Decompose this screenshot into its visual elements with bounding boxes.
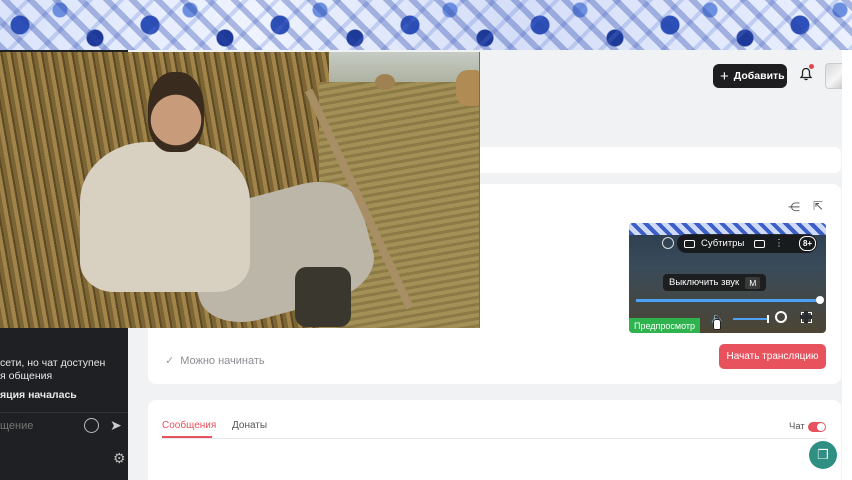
subtitles-icon[interactable] bbox=[684, 239, 695, 248]
resting-man bbox=[70, 72, 383, 328]
tab-messages[interactable]: Сообщения bbox=[162, 420, 216, 431]
chat-message-system: сети, но чат доступен я общения bbox=[0, 357, 105, 383]
man-shirt bbox=[80, 142, 250, 292]
chat-message-input[interactable] bbox=[0, 419, 80, 432]
emoji-icon[interactable] bbox=[84, 418, 99, 433]
add-button-label: Добавить bbox=[733, 70, 785, 82]
window-edge bbox=[842, 50, 852, 480]
volume-slider[interactable] bbox=[733, 318, 769, 320]
chat-message-status: яция началась bbox=[0, 389, 77, 401]
mute-tooltip: Выключить звук M bbox=[663, 274, 767, 291]
help-button[interactable]: ❐ bbox=[809, 441, 837, 469]
tooltip-text: Выключить звук bbox=[669, 277, 740, 288]
photo-overlay bbox=[0, 52, 480, 328]
chat-toggle[interactable] bbox=[808, 422, 826, 432]
man-head bbox=[148, 72, 204, 152]
chat-message-line: сети, но чат доступен bbox=[0, 357, 106, 369]
video-preview[interactable]: Субтитры ⋮ 8+ Выключить звук M 🔈 Предпро… bbox=[629, 223, 826, 333]
gear-icon[interactable]: ⚙ bbox=[113, 450, 126, 467]
subtitles-label[interactable]: Субтитры bbox=[701, 238, 744, 249]
notification-dot bbox=[809, 64, 814, 69]
volume-knob[interactable] bbox=[767, 315, 769, 323]
pip-icon[interactable] bbox=[754, 239, 766, 248]
man-boot bbox=[295, 267, 351, 327]
chat-bubbles-icon: ❐ bbox=[817, 447, 829, 462]
chat-toggle-label: Чат bbox=[789, 421, 805, 432]
ornament-banner bbox=[0, 0, 852, 50]
chat-tabs-card bbox=[148, 400, 841, 480]
check-icon: ✓ bbox=[165, 355, 175, 367]
plus-icon: + bbox=[720, 67, 729, 85]
mouse-cursor bbox=[713, 319, 721, 330]
hay-bale bbox=[456, 70, 479, 106]
progress-knob[interactable] bbox=[816, 296, 824, 304]
tooltip-shortcut: M bbox=[745, 276, 761, 289]
tab-donates[interactable]: Донаты bbox=[232, 420, 267, 431]
chat-input-row: ➤ bbox=[0, 412, 128, 438]
fullscreen-icon[interactable] bbox=[800, 311, 812, 323]
add-button[interactable]: + Добавить bbox=[713, 64, 787, 88]
send-icon[interactable]: ➤ bbox=[110, 417, 122, 434]
player-top-controls: Субтитры ⋮ bbox=[677, 234, 817, 253]
ready-status: ✓ Можно начинать bbox=[165, 354, 265, 368]
more-icon[interactable]: ⋮ bbox=[774, 238, 784, 249]
share-icon[interactable]: ⋲ bbox=[788, 200, 800, 214]
ready-status-text: Можно начинать bbox=[180, 354, 265, 367]
tabs-divider bbox=[162, 438, 826, 439]
external-link-icon[interactable]: ⇱ bbox=[813, 199, 823, 213]
age-rating-badge: 8+ bbox=[799, 236, 816, 251]
settings-icon[interactable] bbox=[775, 311, 787, 323]
ornament-pattern bbox=[0, 0, 852, 50]
chat-message-line: я общения bbox=[0, 370, 53, 382]
progress-bar[interactable] bbox=[636, 299, 819, 302]
bell-icon[interactable] bbox=[799, 67, 813, 81]
logo-icon bbox=[662, 237, 674, 249]
start-stream-button[interactable]: Начать трансляцию bbox=[719, 344, 826, 369]
preview-label: Предпросмотр bbox=[629, 318, 701, 333]
